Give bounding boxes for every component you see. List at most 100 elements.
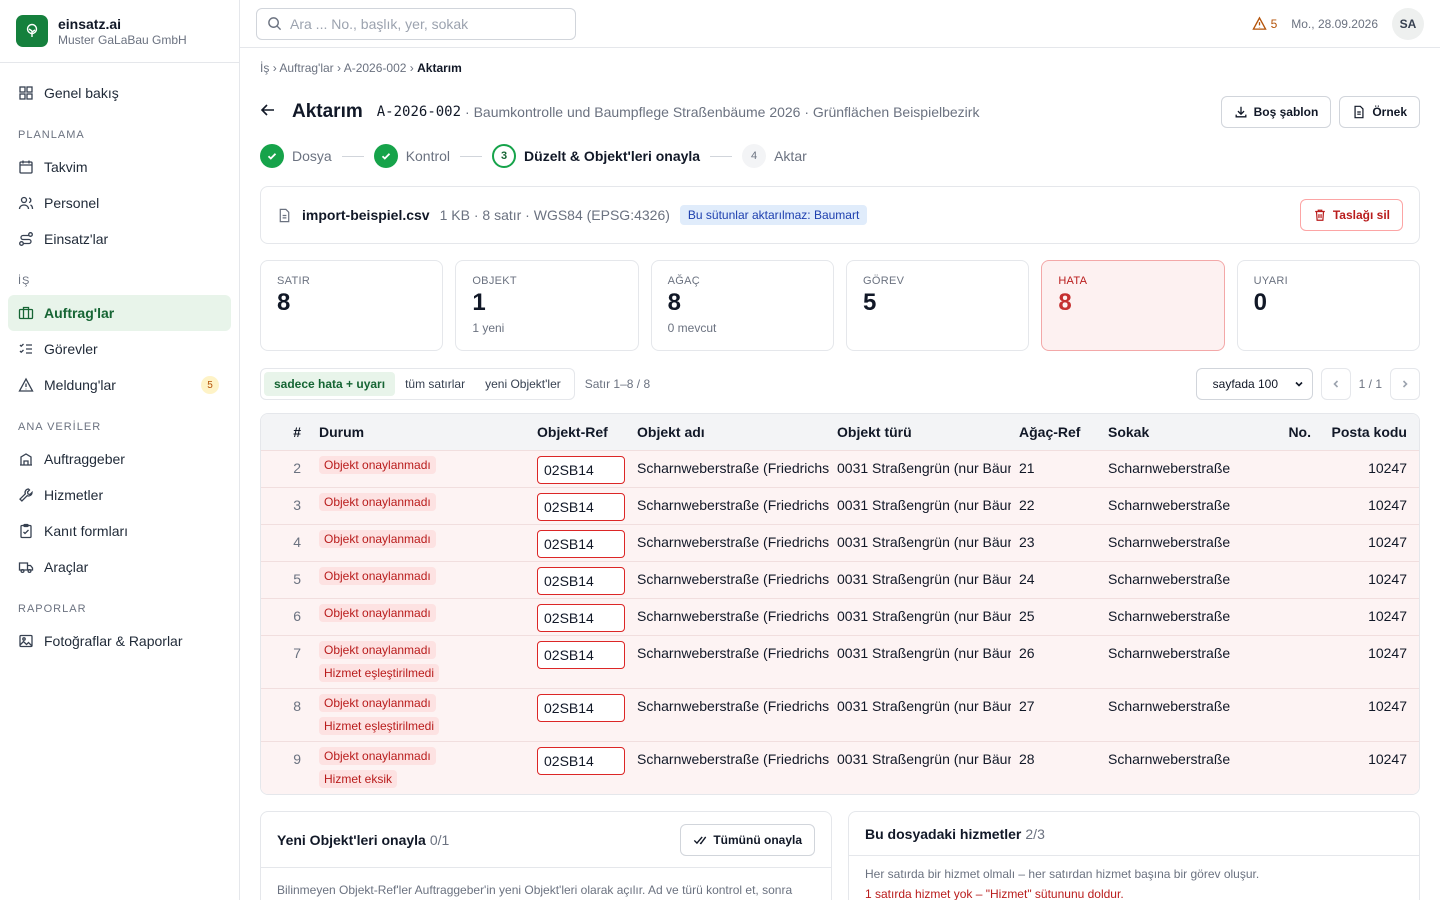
table-row[interactable]: 9 Objekt onaylanmadı Hizmet eksik 02SB14 Sch… bbox=[261, 741, 1419, 794]
sidebar-item-meldung[interactable]: Meldung'lar 5 bbox=[8, 367, 231, 403]
warnings-indicator[interactable]: 5 bbox=[1251, 16, 1277, 31]
page-header: Aktarım A-2026-002 · Baumkontrolle und B… bbox=[260, 88, 1420, 136]
row-status: Objekt onaylanmadı bbox=[311, 599, 529, 627]
objekt-ref-input[interactable]: 02SB14 bbox=[537, 694, 625, 722]
house-no-cell bbox=[1252, 599, 1319, 608]
postcode-cell: 10247 bbox=[1368, 571, 1407, 587]
prev-page-button[interactable] bbox=[1320, 368, 1351, 400]
step-file[interactable]: Dosya bbox=[260, 144, 332, 168]
check-all-icon bbox=[694, 835, 707, 844]
order-code: A-2026-002 bbox=[376, 104, 462, 120]
row-number: 6 bbox=[293, 608, 301, 624]
row-status: Objekt onaylanmadı bbox=[311, 525, 529, 553]
sidebar-item-einsatz[interactable]: Einsatz'lar bbox=[8, 221, 231, 257]
stats-row: SATIR 8 OBJEKT 1 1 yeni AĞAÇ 8 0 mevcut … bbox=[260, 260, 1420, 351]
image-icon bbox=[19, 634, 33, 648]
avatar[interactable]: SA bbox=[1392, 7, 1424, 40]
sidebar-item-staff[interactable]: Personel bbox=[8, 185, 231, 221]
objekt-ref-input[interactable]: 02SB14 bbox=[537, 747, 625, 775]
stat-value: 5 bbox=[862, 289, 877, 316]
sidebar: einsatz.ai Muster GaLaBau GmbH Genel bak… bbox=[0, 0, 240, 900]
row-status: Objekt onaylanmadı Hizmet eşleştirilmedi bbox=[311, 636, 529, 687]
sidebar-item-overview[interactable]: Genel bakış bbox=[8, 75, 231, 111]
objekt-ref-cell: 02SB14 bbox=[529, 742, 629, 775]
objekt-ref-input[interactable]: 02SB14 bbox=[537, 641, 625, 669]
tree-ref-cell: 23 bbox=[1019, 534, 1035, 550]
row-number: 7 bbox=[293, 645, 301, 661]
sidebar-item-auftrag[interactable]: Auftrag'lar bbox=[8, 295, 231, 331]
page-indicator: 1 / 1 bbox=[1358, 377, 1382, 391]
street-cell: Scharnweberstraße bbox=[1108, 751, 1231, 767]
table-row[interactable]: 8 Objekt onaylanmadı Hizmet eşleştirilmedi… bbox=[261, 688, 1419, 741]
objekt-ref-input[interactable]: 02SB14 bbox=[537, 456, 625, 484]
download-template-button[interactable]: Boş şablon bbox=[1220, 96, 1332, 128]
stat-label: UYARI bbox=[1253, 275, 1288, 287]
objekt-type-cell: 0031 Straßengrün (nur Bäume) bbox=[837, 645, 1011, 661]
sidebar-item-label: Takvim bbox=[44, 159, 88, 175]
objekt-ref-input[interactable]: 02SB14 bbox=[537, 567, 625, 595]
stat-rows: SATIR 8 bbox=[260, 260, 444, 351]
stat-tasks: GÖREV 5 bbox=[845, 260, 1030, 351]
brand[interactable]: einsatz.ai Muster GaLaBau GmbH bbox=[0, 0, 239, 63]
sidebar-item-calendar[interactable]: Takvim bbox=[8, 149, 231, 185]
breadcrumb-work[interactable]: İş bbox=[260, 61, 269, 75]
button-label: Tümünü onayla bbox=[713, 832, 802, 847]
truck-icon bbox=[18, 562, 34, 574]
table-row[interactable]: 3 Objekt onaylanmadı 02SB14 Scharnweberstra… bbox=[261, 487, 1419, 524]
table-row[interactable]: 6 Objekt onaylanmadı 02SB14 Scharnweberstra… bbox=[261, 598, 1419, 635]
sidebar-item-clients[interactable]: Auftraggeber bbox=[8, 441, 231, 477]
objekt-type-cell: 0031 Straßengrün (nur Bäume) bbox=[837, 751, 1011, 767]
sidebar-item-photos-reports[interactable]: Fotoğraflar & Raporlar bbox=[8, 623, 231, 659]
filter-errors-warnings[interactable]: sadece hata + uyarı bbox=[264, 372, 396, 396]
stat-warnings[interactable]: UYARI 0 bbox=[1236, 260, 1420, 351]
sidebar-item-tasks[interactable]: Görevler bbox=[8, 331, 231, 367]
objekt-ref-input[interactable]: 02SB14 bbox=[537, 530, 625, 558]
breadcrumb-order-code[interactable]: A-2026-002 bbox=[344, 61, 407, 75]
table-row[interactable]: 2 Objekt onaylanmadı 02SB14 Scharnweberstra… bbox=[261, 450, 1419, 487]
step-check[interactable]: Kontrol bbox=[373, 144, 450, 168]
button-label: Boş şablon bbox=[1253, 105, 1319, 119]
breadcrumb-auftrag[interactable]: Auftrag'lar bbox=[279, 61, 333, 75]
table-row[interactable]: 4 Objekt onaylanmadı 02SB14 Scharnweberstra… bbox=[261, 524, 1419, 561]
step-fix-confirm[interactable]: 3 Düzelt & Objekt'leri onayla bbox=[492, 144, 700, 168]
per-page-select[interactable]: sayfada 100 bbox=[1195, 368, 1313, 400]
objekt-ref-cell: 02SB14 bbox=[529, 636, 629, 669]
filter-new-objekts[interactable]: yeni Objekt'ler bbox=[475, 372, 571, 396]
table-row[interactable]: 7 Objekt onaylanmadı Hizmet eşleştirilmedi… bbox=[261, 635, 1419, 688]
panel-title-text: Yeni Objekt'leri onayla bbox=[277, 831, 426, 848]
sidebar-item-evidence-forms[interactable]: Kanıt formları bbox=[8, 513, 231, 549]
postcode-cell: 10247 bbox=[1368, 497, 1407, 513]
tree-ref-cell: 25 bbox=[1019, 608, 1035, 624]
clipboard-icon bbox=[20, 523, 32, 539]
chevron-left-icon bbox=[1333, 380, 1338, 388]
sidebar-item-label: Auftraggeber bbox=[44, 451, 125, 467]
house-no-cell bbox=[1252, 562, 1319, 571]
objekt-name-cell: Scharnweberstraße (Friedrichshain) bbox=[637, 571, 829, 587]
stat-errors[interactable]: HATA 8 bbox=[1041, 260, 1225, 351]
objekt-ref-input[interactable]: 02SB14 bbox=[537, 493, 625, 521]
step-label: Aktar bbox=[774, 148, 807, 164]
panel-title: Yeni Objekt'leri onayla 0/1 bbox=[277, 832, 449, 848]
sidebar-item-label: Hizmetler bbox=[44, 487, 104, 503]
panel-count: 0/1 bbox=[429, 831, 450, 848]
filter-all-rows[interactable]: tüm satırlar bbox=[395, 372, 475, 396]
street-cell: Scharnweberstraße bbox=[1108, 645, 1231, 661]
back-arrow-icon[interactable] bbox=[260, 102, 288, 123]
sidebar-item-vehicles[interactable]: Araçlar bbox=[8, 549, 231, 585]
postcode-cell: 10247 bbox=[1368, 645, 1407, 661]
download-icon bbox=[1235, 106, 1247, 118]
example-file-button[interactable]: Örnek bbox=[1339, 96, 1420, 128]
delete-draft-button[interactable]: Taslağı sil bbox=[1299, 199, 1403, 231]
confirm-all-button[interactable]: Tümünü onayla bbox=[680, 823, 815, 856]
objekt-ref-cell: 02SB14 bbox=[529, 562, 629, 595]
status-badge: Objekt onaylanmadı bbox=[319, 747, 436, 765]
table-row[interactable]: 5 Objekt onaylanmadı 02SB14 Scharnweberstra… bbox=[261, 561, 1419, 598]
sidebar-item-services[interactable]: Hizmetler bbox=[8, 477, 231, 513]
trash-icon bbox=[1315, 209, 1325, 221]
next-page-button[interactable] bbox=[1390, 368, 1420, 400]
row-status: Objekt onaylanmadı Hizmet eksik bbox=[311, 742, 529, 793]
search-input[interactable]: Ara ... No., başlık, yer, sokak bbox=[256, 7, 576, 40]
objekt-ref-input[interactable]: 02SB14 bbox=[537, 604, 625, 632]
chevron-down-icon bbox=[1295, 381, 1303, 387]
objekt-name-cell: Scharnweberstraße (Friedrichshain) bbox=[637, 460, 829, 476]
